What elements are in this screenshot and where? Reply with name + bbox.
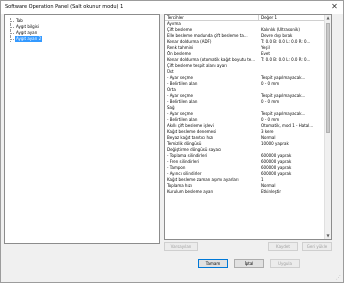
vertical-scrollbar[interactable]: ▲ ▼ <box>324 15 331 239</box>
title-bar: Software Operation Panel (Salt okunur mo… <box>1 1 343 14</box>
scroll-down-icon[interactable]: ▼ <box>325 233 331 239</box>
grid-row-value: Etkinleştir <box>261 189 282 194</box>
close-icon[interactable]: ✕ <box>329 2 340 12</box>
restore-button[interactable]: Geri yükle <box>302 242 332 251</box>
column-header-value[interactable]: Değer 1 <box>259 15 325 20</box>
scroll-up-icon[interactable]: ▲ <box>325 15 331 21</box>
tree-connector <box>8 36 15 42</box>
settings-tree[interactable]: Tab Aygıt bilgisi Aygıt ayarı Aygıt ayar… <box>4 14 160 244</box>
window-title: Software Operation Panel (Salt okunur mo… <box>5 4 124 10</box>
property-grid[interactable]: Tercihler Değer 1 Ayırma Çift besleme Kalı… <box>164 14 332 240</box>
scroll-thumb[interactable] <box>326 23 330 133</box>
tree-item-device-settings-2[interactable]: Aygıt ayarı 2 <box>8 36 43 42</box>
default-button[interactable]: Varsayılan <box>164 242 198 251</box>
grid-row-property: Kurulum besleme ayarı <box>167 189 214 194</box>
tree-item-label: Aygıt ayarı 2 <box>15 36 43 42</box>
column-header-property[interactable]: Tercihler <box>165 15 259 20</box>
cancel-button[interactable]: İptal <box>234 259 264 268</box>
apply-button[interactable]: Uygula <box>270 259 300 268</box>
resize-grip-icon[interactable]: ⋰ <box>336 275 342 281</box>
grid-row[interactable]: Kurulum besleme ayarı Etkinleştir <box>165 189 325 195</box>
save-button[interactable]: Kaydet <box>268 242 298 251</box>
grid-rows: Ayırma Çift besleme Kalınlık (Ultrasonik) E… <box>165 21 325 195</box>
ok-button[interactable]: Tamam <box>198 259 228 268</box>
